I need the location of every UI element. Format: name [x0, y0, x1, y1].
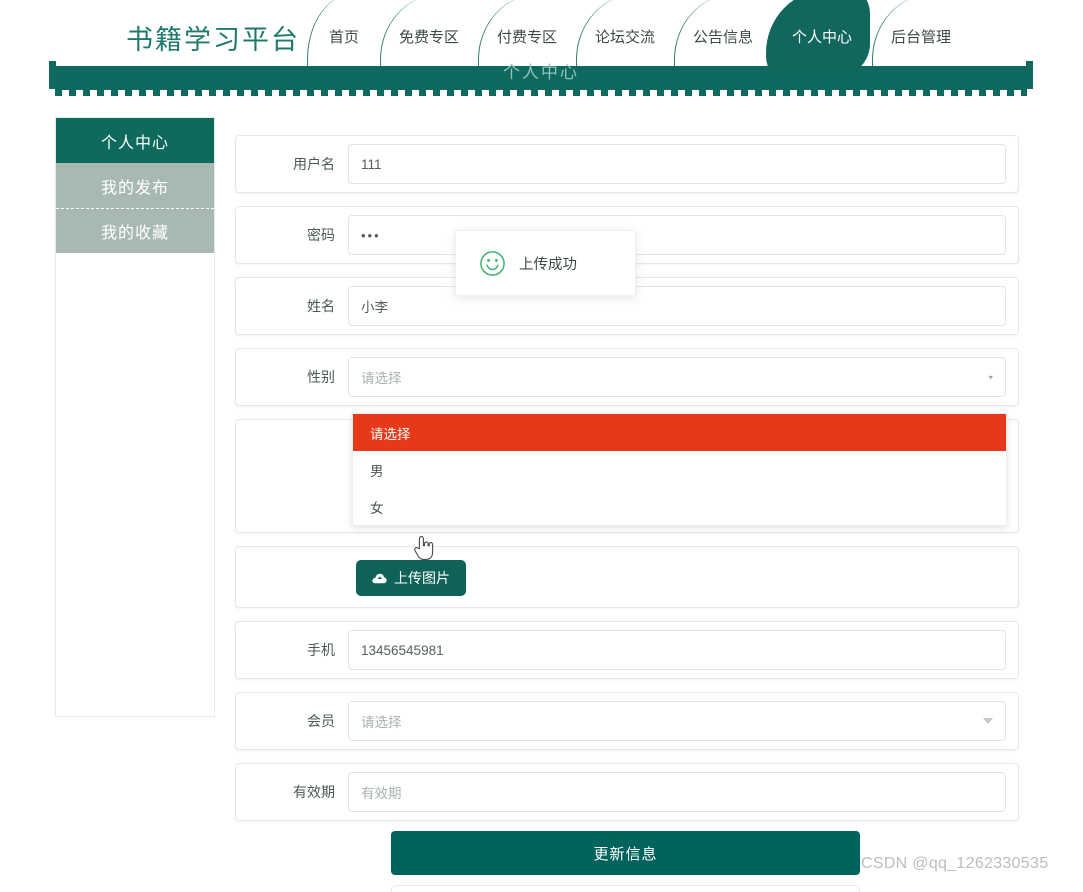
sidebar-item-my-favorites[interactable]: 我的收藏 — [56, 208, 214, 253]
gender-option-label: 女 — [370, 500, 384, 516]
sidebar-item-user-center[interactable]: 个人中心 — [56, 118, 214, 163]
mouse-pointer-hand-cursor — [414, 536, 434, 560]
toast-message: 上传成功 — [519, 256, 577, 273]
upload-success-toast: 上传成功 — [455, 230, 636, 296]
input-username[interactable]: 111 — [348, 144, 1006, 184]
input-fullname-value: 小李 — [361, 300, 388, 315]
nav-tab-label: 后台管理 — [890, 28, 951, 46]
upload-image-button[interactable]: 上传图片 — [356, 560, 466, 596]
sidebar: 个人中心 我的发布 我的收藏 — [55, 117, 215, 717]
update-info-label: 更新信息 — [593, 845, 658, 863]
nav-tab-label: 首页 — [328, 28, 359, 46]
field-row-phone: 手机 13456545981 — [235, 621, 1019, 679]
label-validity: 有效期 — [293, 784, 335, 800]
select-membership-value: 请选择 — [361, 715, 402, 730]
input-fullname[interactable]: 小李 — [348, 286, 1006, 326]
input-password-value: ••• — [361, 227, 381, 243]
label-password: 密码 — [307, 227, 335, 243]
sidebar-item-label: 我的收藏 — [100, 225, 169, 242]
site-brand: 书籍学习平台 — [126, 25, 300, 55]
sidebar-item-my-posts[interactable]: 我的发布 — [56, 163, 214, 208]
page-banner: 个人中心 — [49, 61, 1033, 96]
gender-option-label: 男 — [370, 463, 384, 479]
label-fullname: 姓名 — [307, 298, 335, 314]
banner-title: 个人中心 — [503, 63, 579, 82]
gender-option-label: 请选择 — [370, 426, 411, 442]
input-phone-value: 13456545981 — [361, 642, 444, 658]
gender-option-female[interactable]: 女 — [353, 488, 1006, 525]
field-row-username: 用户名 111 — [235, 135, 1019, 193]
nav-tab-user-center[interactable]: 个人中心 — [766, 0, 872, 72]
csdn-watermark: CSDN @qq_1262330535 — [861, 855, 1049, 872]
sidebar-item-label: 我的发布 — [100, 179, 169, 197]
field-row-membership: 会员 请选择 — [235, 692, 1019, 750]
field-row-validity: 有效期 有效期 — [235, 763, 1019, 821]
bottom-partial-card — [391, 885, 860, 892]
input-phone[interactable]: 13456545981 — [348, 630, 1006, 670]
select-gender-value: 请选择 — [361, 371, 402, 386]
select-gender[interactable]: 请选择 ▾ — [348, 357, 1006, 397]
banner-right-nub — [1026, 61, 1033, 89]
field-row-gender: 性别 请选择 ▾ — [235, 348, 1019, 406]
nav-tab-label: 付费专区 — [496, 28, 557, 46]
label-phone: 手机 — [307, 642, 335, 658]
label-username: 用户名 — [293, 156, 335, 172]
label-membership: 会员 — [307, 713, 335, 729]
upload-image-label: 上传图片 — [394, 570, 450, 586]
sidebar-item-label: 个人中心 — [100, 134, 169, 152]
input-validity-placeholder: 有效期 — [361, 786, 402, 801]
input-password[interactable]: ••• — [348, 215, 1006, 255]
gender-option-please-select[interactable]: 请选择 — [353, 414, 1006, 451]
gender-option-male[interactable]: 男 — [353, 451, 1006, 488]
cloud-upload-icon — [372, 573, 387, 583]
label-gender: 性别 — [307, 369, 335, 385]
chevron-down-icon — [983, 718, 993, 724]
select-membership[interactable]: 请选择 — [348, 701, 1006, 741]
chevron-down-icon: ▾ — [988, 372, 993, 381]
banner-teeth-decoration — [55, 89, 1027, 96]
input-username-value: 111 — [361, 156, 382, 172]
field-row-upload: 上传图片 — [235, 546, 1019, 608]
nav-tab-label: 公告信息 — [692, 28, 753, 46]
smiley-face-icon — [480, 250, 505, 276]
nav-tab-label: 免费专区 — [398, 28, 459, 46]
page-root: 书籍学习平台 首页 免费专区 付费专区 论坛交流 公告信息 个人中心 后台管理 … — [0, 0, 1083, 892]
update-info-button[interactable]: 更新信息 — [391, 831, 860, 875]
nav-tab-label: 个人中心 — [791, 28, 852, 46]
nav-tab-label: 论坛交流 — [594, 28, 655, 46]
input-validity[interactable]: 有效期 — [348, 772, 1006, 812]
gender-dropdown-menu[interactable]: 请选择 男 女 — [352, 413, 1007, 526]
